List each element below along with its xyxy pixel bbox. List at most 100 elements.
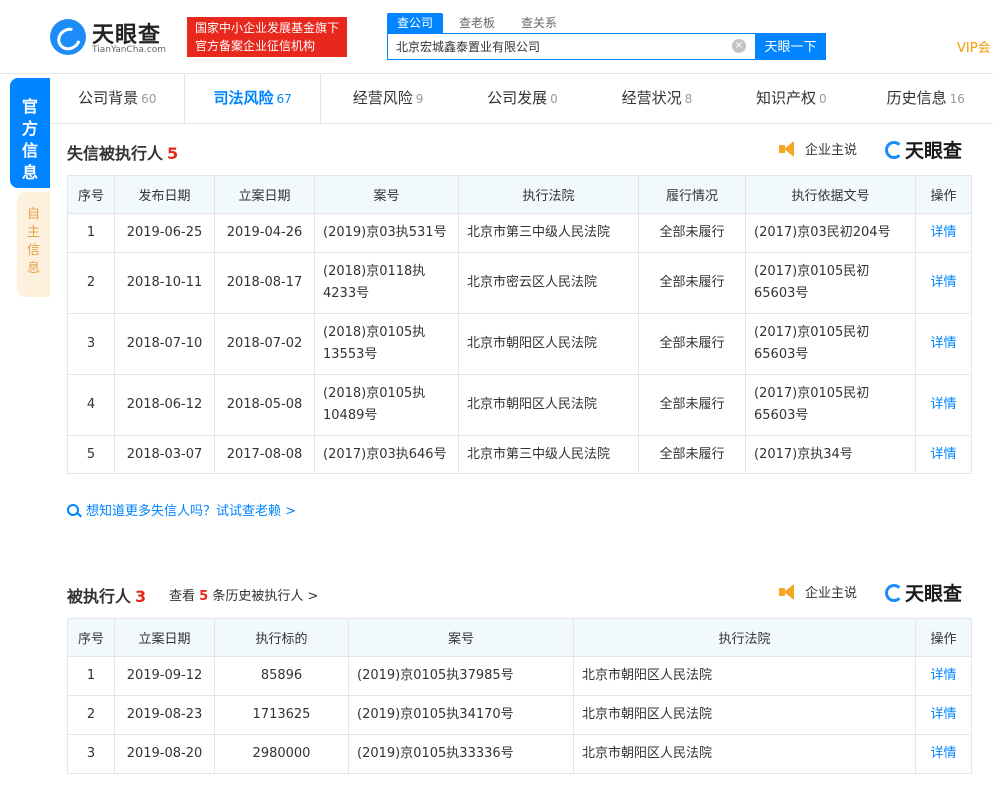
col-header: 序号 xyxy=(67,175,115,214)
brand-text: 天眼查 xyxy=(905,583,963,605)
tab-history-info[interactable]: 历史信息 16 xyxy=(859,74,993,123)
promo-label: 企业主说 xyxy=(805,143,858,158)
tab-search-relation[interactable]: 查关系 xyxy=(511,13,567,33)
cell-court: 北京市朝阳区人民法院 xyxy=(573,734,916,774)
promo-company-says-2[interactable]: 企业主说 xyxy=(779,582,857,601)
cell-filing-date: 2019-04-26 xyxy=(214,213,315,253)
detail-link[interactable]: 详情 xyxy=(930,336,956,351)
cell-performance: 全部未履行 xyxy=(638,213,746,253)
promo-company-says[interactable]: 企业主说 xyxy=(779,139,857,158)
brand-icon xyxy=(885,583,903,602)
speaker-icon xyxy=(779,583,797,600)
cell-performance: 全部未履行 xyxy=(638,435,746,474)
more-link-text: 想知道更多失信人吗？试试查老赖 > xyxy=(86,504,297,519)
table-header-row: 序号 立案日期 执行标的 案号 执行法院 操作 xyxy=(67,618,972,657)
cell-index: 1 xyxy=(67,656,115,696)
logo-subtitle: TianYanCha.com xyxy=(92,45,167,55)
cell-court: 北京市第三中级人民法院 xyxy=(458,435,639,474)
cell-performance: 全部未履行 xyxy=(638,313,746,375)
vip-link[interactable]: VIP会 xyxy=(957,37,991,56)
table-row: 3 2018-07-10 2018-07-02 (2018)京0105执1355… xyxy=(67,313,972,375)
search-tabs: 查公司 查老板 查关系 xyxy=(387,13,567,33)
table-header-row: 序号 发布日期 立案日期 案号 执行法院 履行情况 执行依据文号 操作 xyxy=(67,175,972,214)
tab-intellectual-property[interactable]: 知识产权 0 xyxy=(724,74,858,123)
col-header: 操作 xyxy=(915,618,972,657)
cell-case-number: (2019)京03执531号 xyxy=(314,213,459,253)
tab-search-company[interactable]: 查公司 xyxy=(387,13,444,33)
dishonest-table: 序号 发布日期 立案日期 案号 执行法院 履行情况 执行依据文号 操作 1 20… xyxy=(67,175,972,474)
logo[interactable]: 天眼查 TianYanCha.com xyxy=(50,17,180,57)
badge-line-2: 官方备案企业征信机构 xyxy=(195,39,316,53)
official-badge: 国家中小企业发展基金旗下 官方备案企业征信机构 xyxy=(187,17,347,57)
history-suffix: 条历史被执行人 > xyxy=(212,589,319,604)
tab-count: 9 xyxy=(415,92,424,106)
col-header: 序号 xyxy=(67,618,115,657)
detail-link[interactable]: 详情 xyxy=(930,707,956,722)
tab-search-boss[interactable]: 查老板 xyxy=(449,13,505,33)
search-icon xyxy=(67,503,79,516)
cell-publish-date: 2018-10-11 xyxy=(114,252,215,314)
cell-basis-doc: (2017)京0105民初65603号 xyxy=(745,252,916,314)
tab-legal-risk[interactable]: 司法风险 67 xyxy=(184,74,321,123)
cell-case-number: (2019)京0105执37985号 xyxy=(348,656,574,696)
table-row: 3 2019-08-20 2980000 (2019)京0105执33336号 … xyxy=(67,734,972,774)
search-button[interactable]: 天眼一下 xyxy=(755,33,826,60)
detail-link[interactable]: 详情 xyxy=(930,225,956,240)
cell-index: 1 xyxy=(67,213,115,253)
detail-link[interactable]: 详情 xyxy=(930,397,956,412)
tab-business-status[interactable]: 经营状况 8 xyxy=(590,74,724,123)
side-tab-own-info[interactable]: 自主信息 xyxy=(17,192,50,297)
detail-link[interactable]: 详情 xyxy=(930,275,956,290)
cell-case-number: (2017)京03执646号 xyxy=(314,435,459,474)
search-box: × xyxy=(387,33,757,60)
cell-court: 北京市朝阳区人民法院 xyxy=(573,656,916,696)
section-count: 3 xyxy=(135,587,147,606)
tab-business-risk[interactable]: 经营风险 9 xyxy=(321,74,455,123)
detail-link[interactable]: 详情 xyxy=(930,668,956,683)
cell-basis-doc: (2017)京03民初204号 xyxy=(745,213,916,253)
cell-case-number: (2019)京0105执33336号 xyxy=(348,734,574,774)
section-title-text: 被执行人 xyxy=(67,587,132,606)
col-header: 执行法院 xyxy=(573,618,916,657)
promo-label: 企业主说 xyxy=(805,586,858,601)
detail-link[interactable]: 详情 xyxy=(930,746,956,761)
detail-link[interactable]: 详情 xyxy=(930,447,956,462)
cell-court: 北京市第三中级人民法院 xyxy=(458,213,639,253)
cell-performance: 全部未履行 xyxy=(638,374,746,436)
cell-filing-date: 2019-08-20 xyxy=(114,734,215,774)
history-executed-link[interactable]: 查看 5 条历史被执行人 > xyxy=(169,585,318,604)
cell-amount: 1713625 xyxy=(214,695,349,735)
tab-label: 公司背景 xyxy=(78,89,139,107)
cell-filing-date: 2018-05-08 xyxy=(214,374,315,436)
cell-court: 北京市朝阳区人民法院 xyxy=(573,695,916,735)
cell-publish-date: 2018-03-07 xyxy=(114,435,215,474)
cell-index: 3 xyxy=(67,734,115,774)
search-input[interactable] xyxy=(388,34,718,59)
cell-case-number: (2018)京0105执13553号 xyxy=(314,313,459,375)
tab-label: 司法风险 xyxy=(213,89,274,107)
cell-index: 3 xyxy=(67,313,115,375)
cell-basis-doc: (2017)京执34号 xyxy=(745,435,916,474)
col-header: 操作 xyxy=(915,175,972,214)
cell-amount: 85896 xyxy=(214,656,349,696)
tab-count: 67 xyxy=(276,92,292,106)
top-header: 天眼查 TianYanCha.com 国家中小企业发展基金旗下 官方备案企业征信… xyxy=(0,0,993,74)
tab-company-development[interactable]: 公司发展 0 xyxy=(455,74,589,123)
clear-icon[interactable]: × xyxy=(732,39,746,53)
tab-count: 60 xyxy=(141,92,157,106)
col-header: 发布日期 xyxy=(114,175,215,214)
tab-company-background[interactable]: 公司背景 60 xyxy=(50,74,184,123)
more-dishonest-link[interactable]: 想知道更多失信人吗？试试查老赖 > xyxy=(67,500,296,519)
section-title-dishonest: 失信被执行人 5 xyxy=(67,140,178,164)
tab-label: 知识产权 xyxy=(755,89,816,107)
cell-publish-date: 2018-07-10 xyxy=(114,313,215,375)
cell-publish-date: 2019-06-25 xyxy=(114,213,215,253)
side-tab-official-info[interactable]: 官方信息 xyxy=(10,78,50,188)
cell-case-number: (2018)京0118执4233号 xyxy=(314,252,459,314)
cell-basis-doc: (2017)京0105民初65603号 xyxy=(745,313,916,375)
cell-index: 2 xyxy=(67,252,115,314)
section-title-executed: 被执行人 3 xyxy=(67,583,146,607)
tab-label: 历史信息 xyxy=(886,89,947,107)
cell-basis-doc: (2017)京0105民初65603号 xyxy=(745,374,916,436)
cell-index: 2 xyxy=(67,695,115,735)
